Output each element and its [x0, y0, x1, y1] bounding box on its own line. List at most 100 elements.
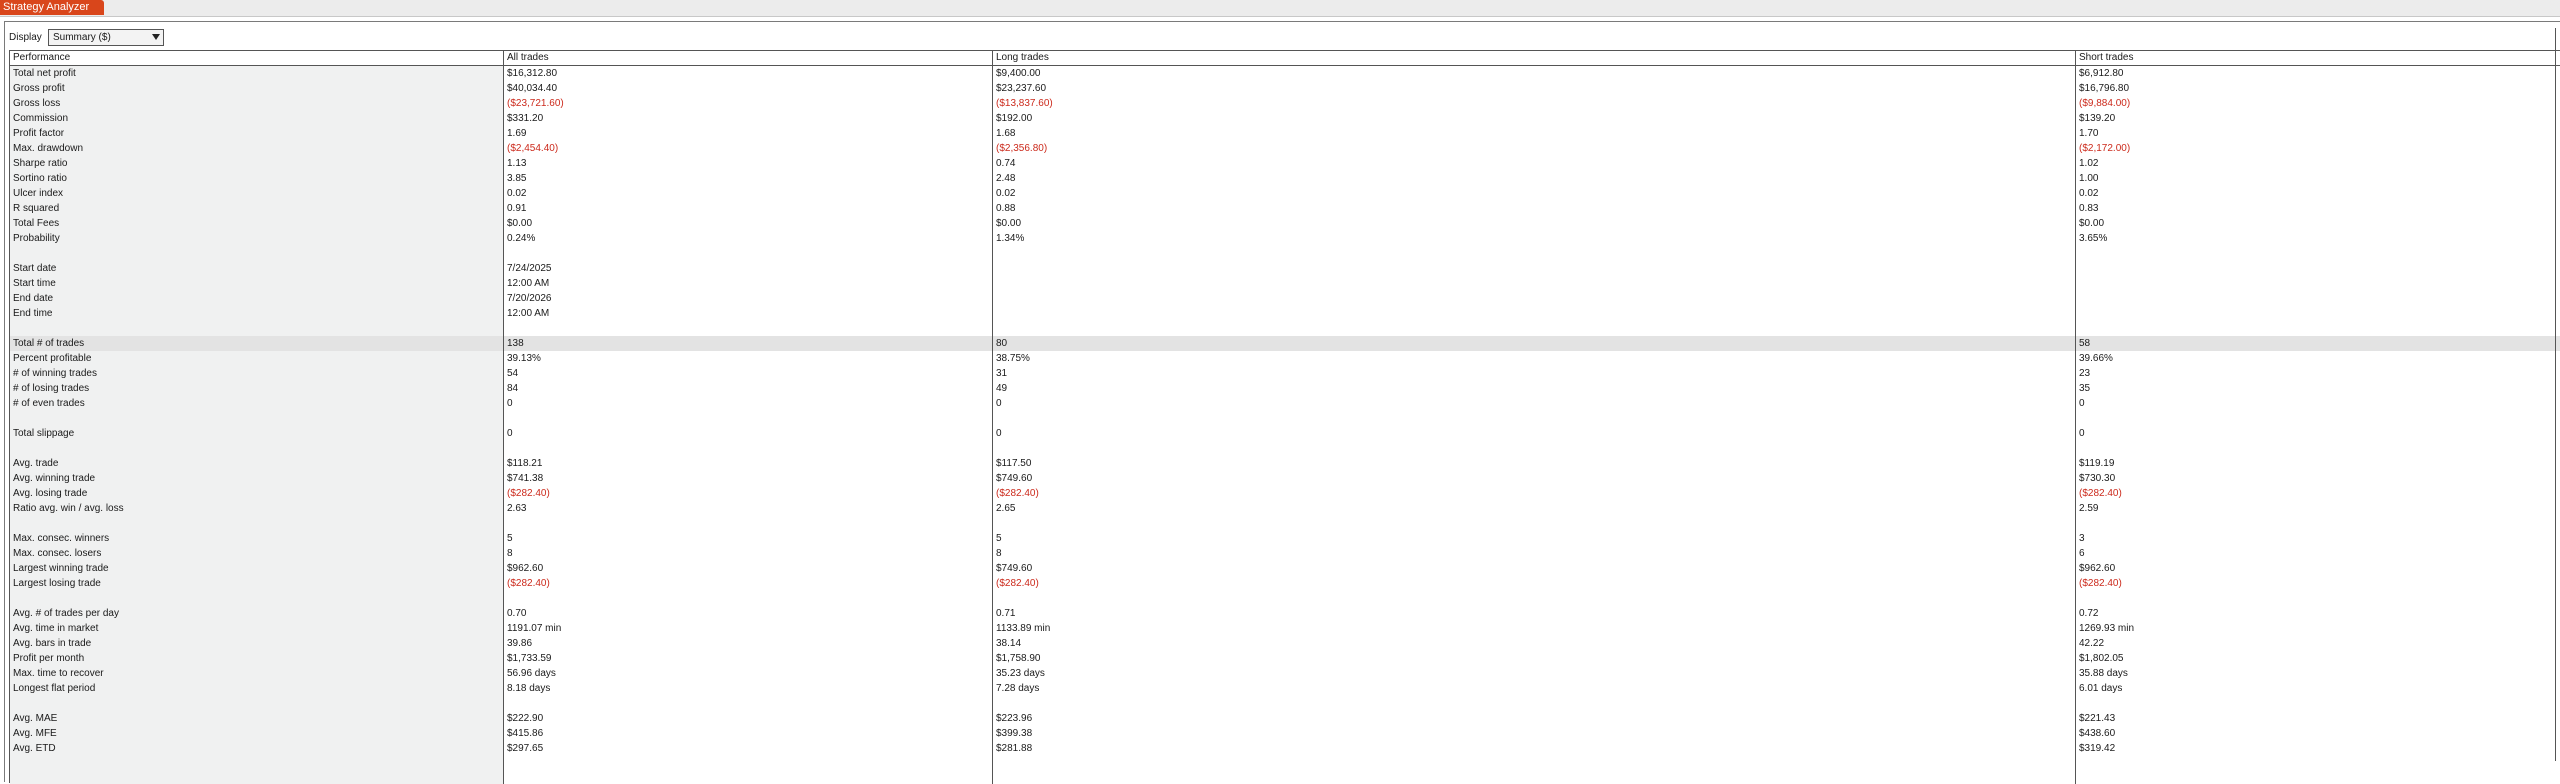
all-trades-value: 2.63	[507, 503, 527, 514]
table-row[interactable]: Avg. MAE $222.90 $223.96 $221.43	[10, 711, 2560, 726]
strategy-analyzer-panel: Display Summary ($) Performance All trad…	[4, 21, 2560, 784]
table-row[interactable]: Max. consec. losers 8 8 6	[10, 546, 2560, 561]
short-trades-value: ($282.40)	[2079, 578, 2122, 589]
table-row[interactable]: R squared 0.91 0.88 0.83	[10, 201, 2560, 216]
short-trades-value: $221.43	[2079, 713, 2116, 724]
column-header-short-trades[interactable]: Short trades	[2076, 51, 2560, 65]
long-trades-value	[993, 276, 2075, 291]
all-trades-value: $962.60	[507, 563, 544, 574]
table-row[interactable]: Avg. bars in trade 39.86 38.14 42.22	[10, 636, 2560, 651]
long-trades-value: 38.14	[996, 638, 1022, 649]
row-label	[10, 246, 503, 261]
all-trades-value: 0.70	[507, 608, 527, 619]
row-label: End time	[13, 308, 53, 319]
long-trades-value: 0	[996, 398, 1002, 409]
row-label: Avg. winning trade	[13, 473, 96, 484]
short-trades-value: ($282.40)	[2079, 488, 2122, 499]
table-row[interactable]: # of even trades 0 0 0	[10, 396, 2560, 411]
row-label: R squared	[13, 203, 60, 214]
column-header-all-trades[interactable]: All trades	[504, 51, 992, 65]
table-row[interactable]	[10, 516, 2560, 531]
column-divider	[992, 51, 993, 784]
table-right-border	[2555, 28, 2556, 761]
table-row[interactable]: End time 12:00 AM	[10, 306, 2560, 321]
table-row[interactable]: Profit per month $1,733.59 $1,758.90 $1,802…	[10, 651, 2560, 666]
all-trades-value: 54	[507, 368, 519, 379]
table-row[interactable]: Avg. MFE $415.86 $399.38 $438.60	[10, 726, 2560, 741]
row-label: Avg. MFE	[13, 728, 57, 739]
all-trades-value: 3.85	[507, 173, 527, 184]
short-trades-value: $1,802.05	[2079, 653, 2124, 664]
table-row[interactable]	[10, 246, 2560, 261]
table-row[interactable]: # of losing trades 84 49 35	[10, 381, 2560, 396]
long-trades-value: 31	[996, 368, 1008, 379]
short-trades-value: $0.00	[2079, 218, 2105, 229]
all-trades-value: 12:00 AM	[507, 278, 550, 289]
table-row[interactable]: Gross profit $40,034.40 $23,237.60 $16,796.…	[10, 81, 2560, 96]
table-row[interactable]: Avg. trade $118.21 $117.50 $119.19	[10, 456, 2560, 471]
long-trades-value: 2.48	[996, 173, 1016, 184]
table-row[interactable]: Longest flat period 8.18 days 7.28 days 6.0…	[10, 681, 2560, 696]
long-trades-value	[993, 246, 2075, 261]
short-trades-value: 42.22	[2079, 638, 2105, 649]
column-header-performance[interactable]: Performance	[10, 51, 503, 65]
table-row[interactable]: Sortino ratio 3.85 2.48 1.00	[10, 171, 2560, 186]
table-row[interactable]: Max. consec. winners 5 5 3	[10, 531, 2560, 546]
table-row[interactable]: Total Fees $0.00 $0.00 $0.00	[10, 216, 2560, 231]
table-row[interactable]	[10, 441, 2560, 456]
table-row[interactable]: Avg. time in market 1191.07 min 1133.89 mi…	[10, 621, 2560, 636]
table-row[interactable]: Ulcer index 0.02 0.02 0.02	[10, 186, 2560, 201]
row-label: Max. consec. losers	[13, 548, 102, 559]
short-trades-value: ($2,172.00)	[2079, 143, 2131, 154]
table-row[interactable]: Largest winning trade $962.60 $749.60 $962.…	[10, 561, 2560, 576]
table-row[interactable]	[10, 591, 2560, 606]
all-trades-value: ($23,721.60)	[507, 98, 564, 109]
all-trades-value: 1.69	[507, 128, 527, 139]
table-row[interactable]: Start time 12:00 AM	[10, 276, 2560, 291]
table-row[interactable]: Max. drawdown ($2,454.40) ($2,356.80) ($2,1…	[10, 141, 2560, 156]
row-label: Commission	[13, 113, 69, 124]
display-select[interactable]: Summary ($)	[48, 29, 164, 46]
long-trades-value: 1133.89 min	[996, 623, 1051, 634]
short-trades-value	[2076, 696, 2560, 711]
row-label: # of winning trades	[13, 368, 97, 379]
long-trades-value: 49	[996, 383, 1008, 394]
long-trades-value: $0.00	[996, 218, 1022, 229]
table-row[interactable]: Start date 7/24/2025	[10, 261, 2560, 276]
short-trades-value	[2076, 291, 2560, 306]
table-row[interactable]: # of winning trades 54 31 23	[10, 366, 2560, 381]
table-row[interactable]: Sharpe ratio 1.13 0.74 1.02	[10, 156, 2560, 171]
table-row[interactable]	[10, 411, 2560, 426]
table-row[interactable]: Avg. ETD $297.65 $281.88 $319.42	[10, 741, 2560, 756]
long-trades-value: ($2,356.80)	[996, 143, 1048, 154]
table-row[interactable]: Probability 0.24% 1.34% 3.65%	[10, 231, 2560, 246]
long-trades-value: 0	[996, 428, 1002, 439]
table-row[interactable]	[10, 321, 2560, 336]
table-row[interactable]: Gross loss ($23,721.60) ($13,837.60) ($9,88…	[10, 96, 2560, 111]
long-trades-value	[993, 516, 2075, 531]
short-trades-value: 35	[2079, 383, 2091, 394]
all-trades-value	[504, 441, 992, 456]
short-trades-value: $730.30	[2079, 473, 2116, 484]
row-label: Avg. trade	[13, 458, 59, 469]
table-row[interactable]: Total slippage 0 0 0	[10, 426, 2560, 441]
long-trades-value	[993, 306, 2075, 321]
table-row[interactable]: Commission $331.20 $192.00 $139.20	[10, 111, 2560, 126]
table-row[interactable]: Avg. losing trade ($282.40) ($282.40) ($282…	[10, 486, 2560, 501]
table-row[interactable]: Largest losing trade ($282.40) ($282.40) ($…	[10, 576, 2560, 591]
table-row[interactable]: Total net profit $16,312.80 $9,400.00 $6,91…	[10, 66, 2560, 81]
table-row[interactable]: Profit factor 1.69 1.68 1.70	[10, 126, 2560, 141]
table-row[interactable]: Percent profitable 39.13% 38.75% 39.66%	[10, 351, 2560, 366]
tab-strategy-analyzer[interactable]: Strategy Analyzer	[0, 0, 104, 15]
column-header-long-trades[interactable]: Long trades	[993, 51, 2075, 65]
table-row[interactable]: Total # of trades 138 80 58	[10, 336, 2560, 351]
table-row[interactable]: Ratio avg. win / avg. loss 2.63 2.65 2.59	[10, 501, 2560, 516]
table-row[interactable]: Avg. winning trade $741.38 $749.60 $730.30	[10, 471, 2560, 486]
table-row[interactable]: End date 7/20/2026	[10, 291, 2560, 306]
table-row[interactable]	[10, 696, 2560, 711]
long-trades-value: 5	[996, 533, 1002, 544]
short-trades-value: 3.65%	[2079, 233, 2108, 244]
all-trades-value: 12:00 AM	[507, 308, 550, 319]
table-row[interactable]: Avg. # of trades per day 0.70 0.71 0.72	[10, 606, 2560, 621]
table-row[interactable]: Max. time to recover 56.96 days 35.23 days…	[10, 666, 2560, 681]
